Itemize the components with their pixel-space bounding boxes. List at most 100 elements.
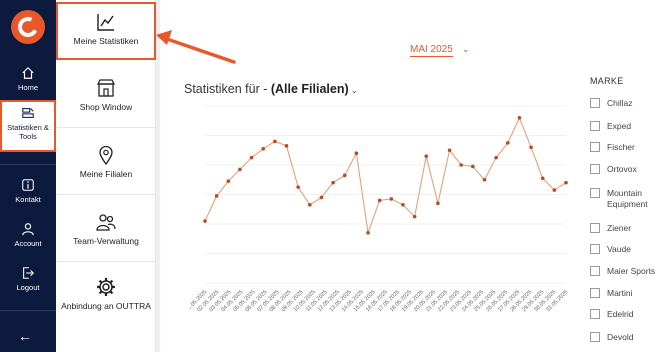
brand-label: Edelrid [607,309,634,319]
data-point[interactable] [540,176,545,181]
brand-checkbox-row[interactable]: Ortovox [590,164,637,175]
divider [0,310,56,311]
submenu-item-label: Shop Window [79,102,133,112]
brand-checkbox-row[interactable]: Chillaz [590,98,633,109]
data-point[interactable] [203,219,207,223]
brand-checkbox-row[interactable]: Martini [590,288,633,299]
data-point[interactable] [342,173,347,178]
sidebar-item-label: Kontakt [15,195,41,204]
submenu-item-meine-statistiken[interactable]: Meine Statistiken [56,2,156,60]
tools-icon [22,108,34,118]
brand-label: Maier Sports [607,266,656,276]
submenu-item-anbindung[interactable]: Anbindung an OUTTRA [56,263,156,335]
data-point[interactable] [459,163,463,167]
data-point[interactable] [436,201,440,206]
brand-checkbox-row[interactable]: Fischer [590,142,635,153]
data-point[interactable] [226,179,231,184]
data-point[interactable] [366,231,370,235]
data-point[interactable] [412,214,417,219]
data-point[interactable] [482,177,487,182]
divider [0,164,56,165]
data-point[interactable] [273,139,277,144]
sidebar-item-label: Logout [16,283,40,292]
info-icon [22,179,34,191]
data-point[interactable] [261,146,266,151]
sidebar-item-home[interactable]: Home [0,66,56,92]
data-point[interactable] [401,203,405,207]
brand-label: Exped [607,121,632,131]
line-chart: 01.05.202502.05.202503.05.202504.05.2025… [190,105,569,313]
data-point[interactable] [505,141,510,145]
sidebar-item-statistiken[interactable]: Statistiken & Tools [0,100,56,152]
brand-checkbox-row[interactable]: Exped [590,121,631,132]
data-point[interactable] [319,195,324,200]
checkbox[interactable] [590,164,600,174]
brand-label: Devold [607,332,634,342]
sidebar-item-label: Statistiken & Tools [7,123,49,141]
data-point[interactable] [494,155,498,160]
checkbox[interactable] [590,309,600,319]
data-point[interactable] [552,188,557,192]
data-point[interactable] [214,194,219,198]
data-point[interactable] [424,154,429,158]
home-icon [22,66,34,79]
brand-checkbox-row[interactable]: Vaude [590,244,631,255]
chart-icon [97,14,114,31]
data-point[interactable] [471,164,475,169]
filiale-selector[interactable]: (Alle Filialen) [271,82,349,96]
sidebar-item-logout[interactable]: Logout [0,266,56,292]
brand-checkbox-row[interactable]: Devold [590,332,633,343]
checkbox[interactable] [590,266,600,276]
sidebar-item-account[interactable]: Account [0,222,56,248]
brand-filter: MARKE Chillaz Exped Fischer Ortovox Mountain… [590,76,670,342]
data-point[interactable] [517,116,522,120]
brand-checkbox-row[interactable]: Ziener [590,223,631,234]
brand-label: Vaude [607,244,631,254]
submenu-item-shop-window[interactable]: Shop Window [56,62,156,128]
submenu-item-meine-filialen[interactable]: Meine Filialen [56,129,156,195]
stat-prefix: Statistiken für - [184,82,271,96]
checkbox[interactable] [590,288,600,298]
submenu-item-label: Meine Filialen [79,169,133,179]
month-selector[interactable]: MAI 2025 [410,44,453,57]
brand-checkbox-row[interactable]: Edelrid [590,309,633,320]
data-point[interactable] [238,167,242,172]
data-point[interactable] [249,155,254,160]
data-point[interactable] [564,180,568,185]
shop-icon [96,79,116,97]
gear-icon [97,278,115,296]
checkbox[interactable] [590,121,600,131]
data-point[interactable] [389,197,394,201]
checkbox[interactable] [590,98,600,108]
collapse-arrow-icon[interactable]: ← [18,328,32,344]
data-point[interactable] [377,198,382,203]
chevron-down-icon[interactable]: ⌄ [351,85,359,95]
page-title[interactable]: Statistiken für - (Alle Filialen) ⌄ [184,82,358,96]
checkbox[interactable] [590,142,600,152]
sidebar-item-label: Home [17,83,38,92]
user-icon [22,223,34,236]
submenu-item-team-verwaltung[interactable]: Team-Verwaltung [56,196,156,262]
data-point[interactable] [284,144,289,148]
submenu-item-label: Team-Verwaltung [73,236,139,246]
data-point[interactable] [308,203,312,207]
data-point[interactable] [331,180,335,185]
checkbox[interactable] [590,332,600,342]
brand-label: Martini [607,288,633,298]
annotation-arrow [156,30,236,64]
brand-checkbox-row[interactable]: Maier Sports [590,266,655,277]
submenu-item-label: Anbindung an OUTTRA [61,301,151,311]
data-point[interactable] [354,151,359,155]
data-point[interactable] [529,145,533,150]
team-icon [96,214,116,231]
brand-label: Ortovox [607,164,637,174]
logo[interactable] [11,10,45,44]
checkbox[interactable] [590,188,600,198]
data-point[interactable] [296,185,300,189]
checkbox[interactable] [590,244,600,254]
chevron-down-icon[interactable]: ⌄ [462,44,470,55]
sidebar-item-kontakt[interactable]: Kontakt [0,178,56,204]
brand-checkbox-row[interactable]: Mountain Equipment [590,188,667,210]
data-point[interactable] [447,148,452,153]
checkbox[interactable] [590,223,600,233]
